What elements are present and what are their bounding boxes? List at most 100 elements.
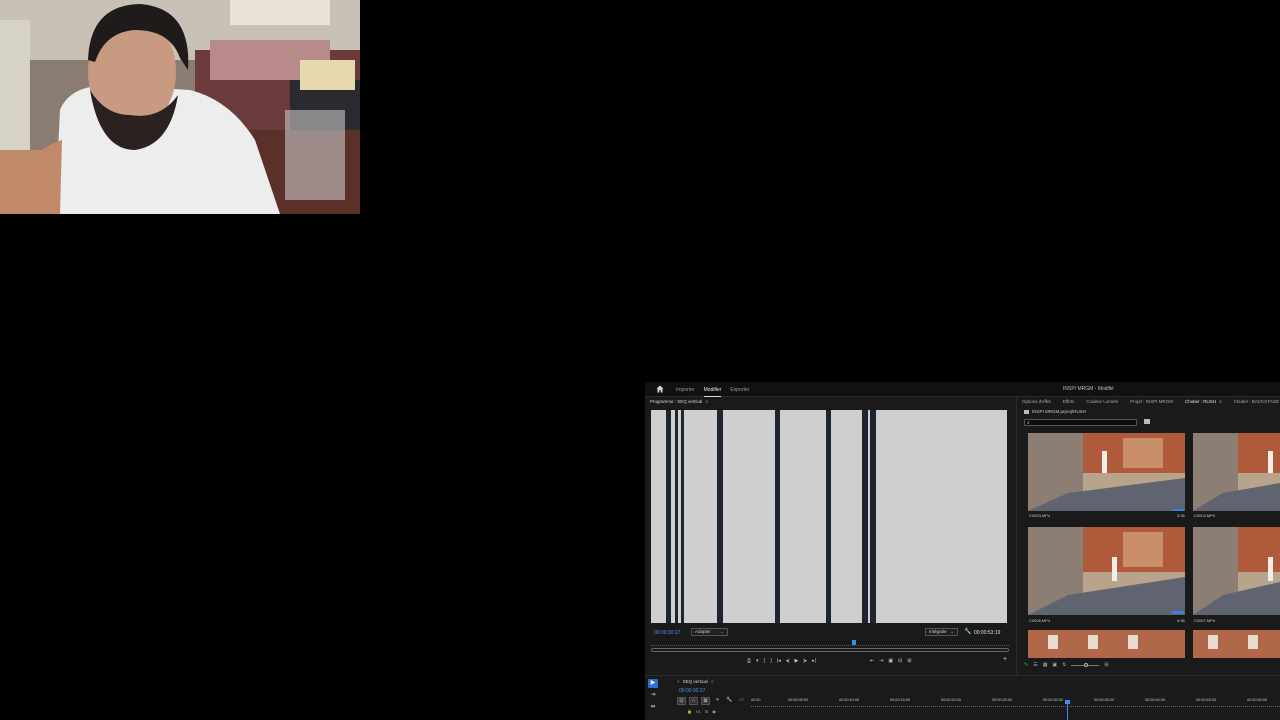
zoom-scrollbar[interactable] [651, 648, 1009, 652]
chevron-down-icon: ⌄ [950, 629, 954, 634]
bin-panel-tabs: Options d'effet Effets Couleur Lumetri P… [1022, 399, 1279, 404]
timeline-ruler[interactable]: 00:00 00:00:05:00 00:00:10:00 00:00:15:0… [751, 698, 1280, 706]
tab-bin-backstage[interactable]: Chutier : BACKSTAGE [1234, 399, 1279, 404]
add-marker-button[interactable]: ▾ [756, 658, 759, 664]
extract-frame-button[interactable]: ⎙ [747, 658, 751, 664]
go-to-in-button[interactable]: |◂ [777, 658, 781, 664]
chevron-down-icon: ⌄ [720, 629, 724, 634]
timeline-playhead[interactable] [1067, 700, 1068, 720]
sequence-tab[interactable]: × SEQ vertical ≡ [677, 679, 714, 684]
tab-bin-rush[interactable]: Chutier : RUSH [1185, 399, 1216, 404]
comparison-view-button[interactable]: ⊟ [898, 658, 902, 664]
bin-search-input[interactable]: ⌕ [1024, 419, 1137, 426]
list-view-icon[interactable]: ☰ [1033, 662, 1037, 668]
new-bin-button-icon[interactable]: ⊞ [1104, 662, 1108, 668]
slider-knob[interactable] [1084, 662, 1089, 667]
monitor-time-ruler[interactable] [651, 640, 1009, 646]
pencil-icon[interactable]: ✎ [1024, 662, 1028, 668]
selection-tool-icon[interactable]: ▶ [648, 679, 658, 688]
thumbnail-size-slider[interactable] [1071, 662, 1100, 667]
video-bar [826, 410, 831, 623]
freeform-view-icon[interactable]: ▣ [1052, 662, 1057, 668]
ruler-label: 00:00:25:00 [992, 698, 1013, 702]
clip-thumbnail[interactable] [1193, 630, 1280, 658]
track-select-tool-icon[interactable]: ⇥ [648, 691, 658, 700]
track-header-v1: 🔒 V1 ⊡ ◉ [687, 709, 716, 714]
transport-controls: ⎙ ▾ { } |◂ ◂| ▶ |▸ ▸| [747, 658, 816, 664]
bin-path-text: INSPI MRGM.prproj\RUSH [1032, 409, 1087, 414]
nest-icon[interactable]: ⊡ [677, 697, 686, 705]
timeline-tools: ⊡ ∩ ⊠ ▾ 🔧 ▭ [677, 697, 746, 705]
monitor-playhead[interactable] [852, 640, 856, 645]
bin-panel: Options d'effet Effets Couleur Lumetri P… [1018, 397, 1280, 674]
ruler-label: 00:00 [751, 698, 761, 702]
home-icon[interactable] [656, 385, 664, 393]
tab-exporter[interactable]: Exporter [730, 382, 749, 397]
captions-icon[interactable]: ▭ [737, 697, 746, 705]
new-bin-icon[interactable] [1144, 419, 1150, 424]
panel-menu-icon[interactable]: ≡ [711, 679, 714, 684]
mark-in-button[interactable]: { [764, 658, 766, 664]
settings-wrench-icon[interactable]: 🔧 [964, 628, 971, 635]
clip-duration: 3:36 [1177, 513, 1185, 518]
clip-thumbnail[interactable] [1193, 433, 1280, 511]
tools-panel: ▶ ⇥ ⇹ [648, 679, 662, 715]
video-bar [775, 410, 780, 623]
tab-lumetri-color[interactable]: Couleur Lumetri [1086, 399, 1118, 404]
play-button[interactable]: ▶ [795, 658, 799, 664]
clip-thumbnail-image [1028, 527, 1185, 615]
clip-thumbnail[interactable] [1028, 433, 1185, 511]
panel-divider[interactable] [1016, 397, 1017, 674]
ruler-label: 00:00:15:00 [890, 698, 911, 702]
ripple-edit-tool-icon[interactable]: ⇹ [648, 703, 658, 712]
track-label: V1 [695, 709, 701, 714]
tab-project[interactable]: Projet : INSPI MRGM [1130, 399, 1173, 404]
clip-thumbnail[interactable] [1028, 527, 1185, 615]
video-bar [675, 410, 678, 623]
webcam-image [0, 0, 360, 214]
current-timecode[interactable]: 00:00:30:27 [654, 630, 680, 636]
lock-icon[interactable]: 🔒 [687, 709, 692, 714]
program-panel-title[interactable]: Programme : SEQ vertical ≡ [650, 399, 708, 404]
ruler-label: 00:00:40:00 [1145, 698, 1166, 702]
tab-modifier[interactable]: Modifier [703, 382, 722, 397]
workspace-tabs: Importer Modifier Exporter [676, 382, 749, 397]
go-to-out-button[interactable]: ▸| [812, 658, 816, 664]
wrench-icon[interactable]: 🔧 [725, 697, 734, 705]
clip-duration: 0:96 [1177, 618, 1185, 623]
sequence-title-text: SEQ vertical [682, 679, 708, 684]
step-forward-button[interactable]: |▸ [803, 658, 807, 664]
sort-icon[interactable]: ⇅ [1062, 662, 1066, 668]
timeline-ticks [751, 706, 1280, 709]
quality-dropdown[interactable]: Intégrale ⌄ [925, 628, 958, 636]
tab-effect-options[interactable]: Options d'effet [1022, 399, 1051, 404]
panel-menu-icon[interactable]: ≡ [1219, 399, 1222, 404]
icon-view-icon[interactable]: ▦ [1043, 662, 1048, 668]
marker-icon[interactable]: ▾ [713, 697, 722, 705]
eye-icon[interactable]: ◉ [712, 709, 716, 714]
multi-camera-button[interactable]: ⊞ [907, 658, 911, 664]
export-frame-button[interactable]: ▣ [888, 658, 893, 664]
linked-selection-icon[interactable]: ⊠ [701, 697, 710, 705]
program-viewer[interactable] [651, 410, 1007, 623]
clip-name: C0003.MP4 [1029, 513, 1051, 518]
fit-dropdown[interactable]: Adapter ⌄ [691, 628, 728, 636]
lift-button[interactable]: ⇤ [870, 658, 874, 664]
snap-icon[interactable]: ∩ [689, 697, 698, 705]
timeline-timecode[interactable]: 00:00:30:27 [679, 688, 705, 694]
program-title-text: Programme : SEQ vertical [650, 399, 703, 404]
tab-effects[interactable]: Effets [1063, 399, 1074, 404]
tab-importer[interactable]: Importer [676, 382, 695, 397]
edit-controls: ⇤ ⇥ ▣ ⊟ ⊞ [870, 658, 912, 664]
mark-out-button[interactable]: } [770, 658, 772, 664]
panel-menu-icon[interactable]: ≡ [706, 399, 709, 404]
close-icon[interactable]: × [677, 679, 680, 684]
clip-thumbnail[interactable] [1028, 630, 1185, 658]
ruler-label: 00:00:30:00 [1043, 698, 1064, 702]
sync-lock-icon[interactable]: ⊡ [705, 709, 708, 714]
step-back-button[interactable]: ◂| [786, 658, 790, 664]
button-editor-plus-icon[interactable]: + [1003, 656, 1007, 663]
extract-button[interactable]: ⇥ [879, 658, 883, 664]
clip-thumbnail[interactable] [1193, 527, 1280, 615]
bin-path: INSPI MRGM.prproj\RUSH [1024, 409, 1086, 414]
